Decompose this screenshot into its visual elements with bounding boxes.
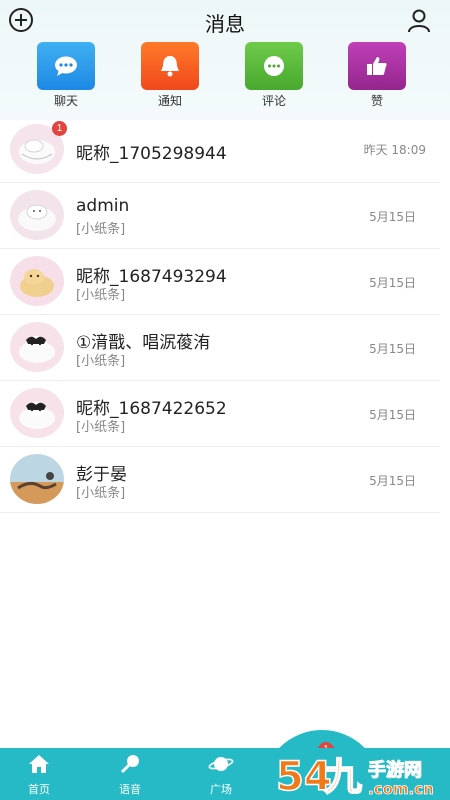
conversation-row[interactable]: 彭于晏 [小纸条] 5月15日 [0, 447, 440, 513]
bell-icon [141, 42, 199, 90]
conversation-row[interactable]: ①湇戬、唱泦葰洧 [小纸条] 5月15日 [0, 315, 440, 381]
avatar [10, 256, 64, 306]
comment-icon [245, 42, 303, 90]
tab-label: 首页 [28, 783, 50, 796]
conversation-name: 昵称_1705298944 [76, 144, 227, 164]
user-profile-icon[interactable] [406, 8, 432, 34]
conversation-list: 1 昵称_1705298944 昨天 18:09 admin [小纸条] 5月1… [0, 117, 450, 513]
tab-label: 语音 [119, 783, 141, 796]
quick-action-label: 评论 [261, 94, 286, 108]
conversation-time: 5月15日 [369, 474, 416, 488]
quick-actions: 聊天 通知 评论 赞 [0, 42, 450, 110]
tab-voice[interactable]: 语音 [100, 754, 160, 797]
avatar [10, 190, 64, 240]
conversation-name: admin [76, 196, 130, 216]
chat-bubble-icon [37, 42, 95, 90]
tab-home[interactable]: 首页 [9, 754, 69, 797]
conversation-preview: [小纸条] [76, 354, 126, 369]
thumbs-up-icon [348, 42, 406, 90]
header: 消息 [0, 0, 450, 42]
svg-text:.com.cn: .com.cn [368, 780, 434, 798]
quick-action-label: 聊天 [53, 94, 78, 108]
tab-square[interactable]: 广场 [191, 754, 251, 797]
microphone-icon [120, 755, 139, 774]
conversation-preview: [小纸条] [76, 486, 126, 501]
conversation-row[interactable]: 昵称_1687422652 [小纸条] 5月15日 [0, 381, 440, 447]
conversation-preview: [小纸条] [76, 420, 126, 435]
conversation-time: 5月15日 [369, 276, 416, 290]
page-title: 消息 [205, 12, 245, 36]
quick-action-like[interactable]: 赞 [342, 42, 412, 109]
quick-action-chat[interactable]: 聊天 [31, 42, 101, 109]
conversation-row[interactable]: 昵称_1687493294 [小纸条] 5月15日 [0, 249, 440, 315]
conversation-preview: [小纸条] [76, 288, 126, 303]
top-bar: 消息 聊天 通知 评论 赞 [0, 0, 450, 120]
tab-label: 广场 [210, 783, 232, 796]
svg-text:手游网: 手游网 [368, 759, 422, 781]
quick-action-notify[interactable]: 通知 [135, 42, 205, 109]
conversation-time: 5月15日 [369, 210, 416, 224]
conversation-time: 昨天 18:09 [363, 143, 426, 157]
watermark-logo: 54 九 手游网 .com.cn [276, 753, 434, 798]
planet-icon [208, 757, 234, 771]
conversation-time: 5月15日 [369, 342, 416, 356]
conversation-row[interactable]: admin [小纸条] 5月15日 [0, 183, 440, 249]
home-icon [29, 755, 49, 773]
unread-badge: 1 [52, 121, 67, 136]
svg-text:九: 九 [324, 755, 362, 798]
avatar [10, 322, 64, 372]
avatar [10, 388, 64, 438]
conversation-row[interactable]: 1 昵称_1705298944 昨天 18:09 [0, 117, 440, 183]
quick-action-label: 赞 [370, 94, 383, 108]
quick-action-label: 通知 [157, 94, 182, 108]
quick-action-comment[interactable]: 评论 [239, 42, 309, 109]
conversation-time: 5月15日 [369, 408, 416, 422]
conversation-preview: [小纸条] [76, 222, 126, 237]
avatar [10, 454, 64, 504]
